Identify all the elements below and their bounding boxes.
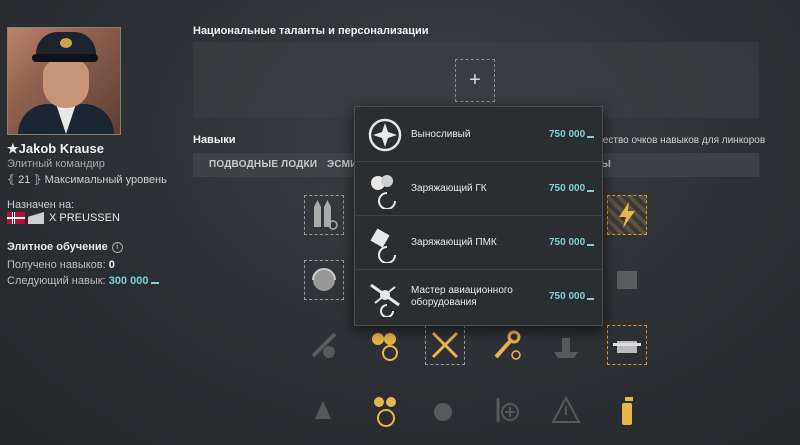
endurance-cross-icon: [368, 118, 402, 152]
talents-title: Национальные таланты и персонализации: [193, 25, 429, 37]
main-battery-loader-icon: [372, 333, 398, 361]
skills-received-value: 0: [108, 259, 115, 271]
elite-xp-icon: [587, 293, 594, 300]
ship-icon: [554, 338, 578, 358]
level-badge-close: ⦄: [33, 174, 42, 186]
repair-plus-icon: [496, 398, 519, 422]
engine-icon: [617, 271, 637, 289]
tab-destroyers[interactable]: ЭСМИ: [327, 159, 358, 170]
fire-hose-icon: [311, 332, 337, 358]
skill-slot[interactable]: [607, 195, 647, 235]
elite-xp-icon: [151, 277, 160, 284]
next-skill-row: Следующий навык: 300 000: [7, 275, 160, 287]
skill-slot[interactable]: [607, 390, 647, 430]
skill-slot[interactable]: [425, 325, 465, 365]
info-icon[interactable]: i: [111, 242, 123, 253]
skill-points-text: ичество очков навыков для линкоров: [592, 135, 766, 146]
skill-slot[interactable]: [304, 195, 344, 235]
elite-training-label: Элитное обучение i: [7, 241, 123, 253]
aviation-master-icon: [370, 283, 400, 317]
skill-slot[interactable]: [366, 390, 406, 430]
commander-name: ★Jakob Krause: [7, 141, 104, 156]
wrench-icon: [494, 330, 521, 360]
assigned-label: Назначен на:: [7, 199, 75, 211]
commander-level: ⦃ 21 ⦄ Максимальный уровень: [7, 173, 167, 186]
secondary-battery-loader-icon: [370, 228, 396, 263]
skill-slot[interactable]: [607, 325, 647, 365]
skill-slot[interactable]: [304, 390, 344, 430]
popup-item-name: Заряжающий ГК: [411, 183, 487, 194]
skill-slot[interactable]: [486, 390, 526, 430]
skill-slot[interactable]: [304, 325, 344, 365]
lightning-icon: [619, 202, 635, 228]
crossed-swords-icon: [431, 331, 459, 359]
popup-item-aviation[interactable]: Мастер авиационного оборудования 750 000: [355, 269, 602, 323]
next-skill-value: 300 000: [108, 275, 149, 287]
skills-received-row: Получено навыков: 0: [7, 259, 115, 271]
skill-slot[interactable]: [425, 390, 465, 430]
ship-name: X PREUSSEN: [49, 212, 120, 224]
shells-icon: [314, 200, 338, 230]
popup-item-name: Мастер авиационного оборудования: [411, 285, 513, 308]
turret-traverse-icon: [434, 403, 452, 421]
warning-icon: [551, 395, 581, 423]
skill-slot[interactable]: [546, 390, 586, 430]
level-badge-icon: ⦃: [7, 174, 16, 186]
star-icon: ★: [7, 141, 19, 156]
elite-xp-icon: [587, 185, 594, 192]
skills-title: Навыки: [193, 134, 236, 146]
elite-xp-icon: [587, 239, 594, 246]
skill-slot[interactable]: [546, 325, 586, 365]
commander-title: Элитный командир: [7, 158, 105, 170]
level-text: Максимальный уровень: [44, 174, 167, 186]
skill-slot[interactable]: [366, 325, 406, 365]
damage-control-icon: [315, 401, 331, 419]
popup-item-cost: 750 000: [549, 183, 586, 194]
secondary-loader-icon: [374, 397, 396, 427]
secondary-guns-icon: [613, 341, 641, 353]
main-battery-loader-icon: [371, 175, 396, 209]
popup-item-cost: 750 000: [549, 291, 586, 302]
turret-reload-icon: [312, 268, 336, 291]
popup-item-endurance[interactable]: Выносливый 750 000: [355, 107, 602, 162]
skill-slot[interactable]: [607, 260, 647, 300]
level-badge-value: 21: [18, 174, 31, 186]
popup-item-main-loader[interactable]: Заряжающий ГК 750 000: [355, 161, 602, 216]
popup-item-cost: 750 000: [549, 237, 586, 248]
nation-flag-icon: [7, 212, 25, 224]
fire-extinguisher-icon: [622, 397, 633, 425]
ship-class-icon: [28, 212, 44, 224]
popup-item-name: Заряжающий ПМК: [411, 237, 497, 248]
add-talent-button[interactable]: +: [455, 59, 495, 102]
skill-slot[interactable]: [486, 325, 526, 365]
skill-selection-popup: Выносливый 750 000 Заряжающий ГК 750 000…: [354, 106, 603, 326]
tab-submarines[interactable]: ПОДВОДНЫЕ ЛОДКИ: [209, 159, 317, 170]
popup-item-cost: 750 000: [549, 129, 586, 140]
elite-xp-icon: [587, 131, 594, 138]
commander-portrait[interactable]: [7, 27, 121, 135]
skill-slot[interactable]: [304, 260, 344, 300]
popup-item-name: Выносливый: [411, 129, 471, 140]
assigned-ship[interactable]: X PREUSSEN: [7, 212, 120, 224]
popup-item-secondary-loader[interactable]: Заряжающий ПМК 750 000: [355, 215, 602, 270]
